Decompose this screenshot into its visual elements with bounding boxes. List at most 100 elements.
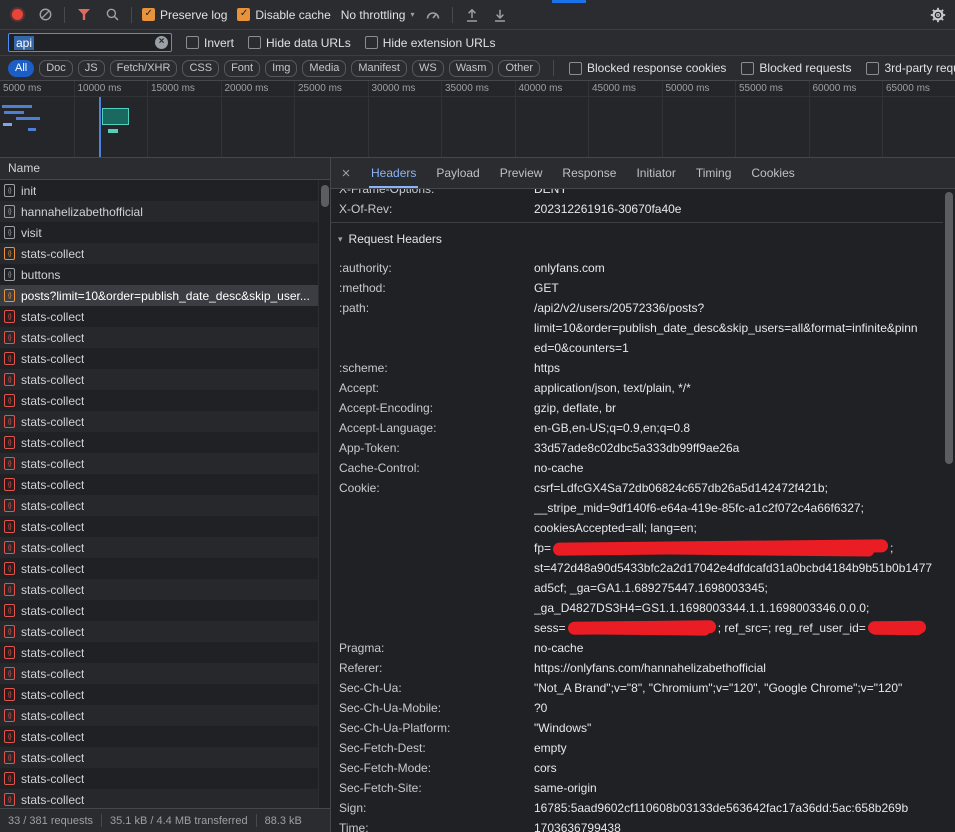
request-row[interactable]: {}init <box>0 180 318 201</box>
type-filter-css[interactable]: CSS <box>182 60 219 77</box>
type-filter-fetch-xhr[interactable]: Fetch/XHR <box>110 60 178 77</box>
type-filter-all[interactable]: All <box>8 60 34 77</box>
request-details-pane: × HeadersPayloadPreviewResponseInitiator… <box>330 158 955 832</box>
timeline-overview[interactable]: 5000 ms10000 ms15000 ms20000 ms25000 ms3… <box>0 81 955 158</box>
request-name: stats-collect <box>21 751 84 765</box>
tab-payload[interactable]: Payload <box>426 158 489 188</box>
request-type-icon: {} <box>4 688 15 701</box>
request-type-icon: {} <box>4 751 15 764</box>
request-row[interactable]: {}stats-collect <box>0 495 318 516</box>
request-row[interactable]: {} stats-collect <box>0 747 318 768</box>
throttling-select[interactable]: No throttling▾ <box>341 8 415 22</box>
hide-data-urls-checkbox[interactable]: Hide data URLs <box>248 36 351 50</box>
overview-column: 65000 ms <box>882 81 955 157</box>
request-row[interactable]: {}stats-collect <box>0 474 318 495</box>
request-row[interactable]: {}stats-collect <box>0 432 318 453</box>
request-headers-section-toggle[interactable]: ▾ Request Headers <box>331 226 943 252</box>
request-row[interactable]: {}stats-collect <box>0 537 318 558</box>
blocked-requests-checkbox[interactable]: Blocked requests <box>741 61 851 75</box>
network-conditions-button[interactable] <box>424 6 442 24</box>
request-row[interactable]: {}stats-collect <box>0 243 318 264</box>
type-filter-ws[interactable]: WS <box>412 60 444 77</box>
header-name: App-Token: <box>339 438 534 458</box>
scrollbar-thumb[interactable] <box>321 185 329 207</box>
request-row[interactable]: {}stats-collect <box>0 348 318 369</box>
request-row[interactable]: {}visit <box>0 222 318 243</box>
tab-cookies[interactable]: Cookies <box>741 158 804 188</box>
type-filter-wasm[interactable]: Wasm <box>449 60 494 77</box>
type-filter-img[interactable]: Img <box>265 60 297 77</box>
scrollbar-thumb[interactable] <box>945 192 953 464</box>
disable-cache-checkbox[interactable]: Disable cache <box>237 8 330 22</box>
request-row[interactable]: {}stats-collect <box>0 789 318 808</box>
request-row[interactable]: {}stats-collect <box>0 390 318 411</box>
search-icon <box>105 7 120 22</box>
request-row[interactable]: {}stats-collect <box>0 663 318 684</box>
redaction-scribble <box>868 621 926 635</box>
filter-toolbar: api × Invert Hide data URLs Hide extensi… <box>0 30 955 56</box>
request-type-icon: {} <box>4 562 15 575</box>
request-row[interactable]: {}stats-collect <box>0 621 318 642</box>
request-row[interactable]: {}stats-collect <box>0 516 318 537</box>
request-row[interactable]: {}hannahelizabethofficial <box>0 201 318 222</box>
request-row[interactable]: {}stats-collect <box>0 453 318 474</box>
type-filter-media[interactable]: Media <box>302 60 346 77</box>
third-party-requests-checkbox[interactable]: 3rd-party requests <box>866 61 955 75</box>
record-button[interactable] <box>8 6 26 24</box>
tab-headers[interactable]: Headers <box>361 158 426 188</box>
header-name: Sign: <box>339 798 534 818</box>
hide-extension-urls-checkbox[interactable]: Hide extension URLs <box>365 36 496 50</box>
type-filter-doc[interactable]: Doc <box>39 60 73 77</box>
request-row[interactable]: {}stats-collect <box>0 726 318 747</box>
type-filter-js[interactable]: JS <box>78 60 105 77</box>
request-name: stats-collect <box>21 583 84 597</box>
import-har-button[interactable] <box>463 6 481 24</box>
header-name: Accept-Encoding: <box>339 398 534 418</box>
request-row[interactable]: {}stats-collect <box>0 306 318 327</box>
search-button[interactable] <box>103 6 121 24</box>
type-filter-font[interactable]: Font <box>224 60 260 77</box>
request-type-icon: {} <box>4 709 15 722</box>
name-column-header[interactable]: Name <box>0 158 330 180</box>
tab-preview[interactable]: Preview <box>490 158 553 188</box>
invert-checkbox[interactable]: Invert <box>186 36 234 50</box>
tab-timing[interactable]: Timing <box>686 158 742 188</box>
request-row[interactable]: {}posts?limit=10&order=publish_date_desc… <box>0 285 318 306</box>
request-type-icon: {} <box>4 373 15 386</box>
settings-gear-button[interactable] <box>929 6 947 24</box>
overview-column: 60000 ms <box>809 81 883 157</box>
request-row[interactable]: {}stats-collect <box>0 600 318 621</box>
export-har-button[interactable] <box>491 6 509 24</box>
request-row[interactable]: {}stats-collect <box>0 327 318 348</box>
request-row[interactable]: {}stats-collect <box>0 768 318 789</box>
request-name: stats-collect <box>21 415 84 429</box>
filter-input[interactable]: api × <box>8 33 172 52</box>
request-row[interactable]: {}stats-collect <box>0 558 318 579</box>
overview-column: 15000 ms <box>147 81 221 157</box>
tab-initiator[interactable]: Initiator <box>626 158 685 188</box>
request-list-scrollbar[interactable] <box>318 180 330 808</box>
type-filter-manifest[interactable]: Manifest <box>351 60 407 77</box>
request-row[interactable]: {}stats-collect <box>0 684 318 705</box>
request-row[interactable]: {}stats-collect <box>0 705 318 726</box>
blocked-response-cookies-checkbox[interactable]: Blocked response cookies <box>569 61 726 75</box>
request-name: stats-collect <box>21 625 84 639</box>
details-scrollbar[interactable] <box>944 190 955 832</box>
close-icon: × <box>342 165 351 182</box>
request-row[interactable]: {}stats-collect <box>0 642 318 663</box>
header-row: Sec-Ch-Ua-Platform:"Windows" <box>331 718 943 738</box>
clear-filter-icon[interactable]: × <box>155 36 168 49</box>
header-value: empty <box>534 738 943 758</box>
header-name: Referer: <box>339 658 534 678</box>
filter-toggle-button[interactable] <box>75 6 93 24</box>
type-filter-other[interactable]: Other <box>498 60 540 77</box>
request-row[interactable]: {}stats-collect <box>0 411 318 432</box>
preserve-log-checkbox[interactable]: Preserve log <box>142 8 227 22</box>
request-row[interactable]: {}stats-collect <box>0 579 318 600</box>
request-row[interactable]: {}buttons <box>0 264 318 285</box>
tab-response[interactable]: Response <box>552 158 626 188</box>
close-details-button[interactable]: × <box>331 158 361 188</box>
clear-button[interactable] <box>36 6 54 24</box>
chevron-down-icon: ▾ <box>410 10 414 19</box>
request-row[interactable]: {}stats-collect <box>0 369 318 390</box>
